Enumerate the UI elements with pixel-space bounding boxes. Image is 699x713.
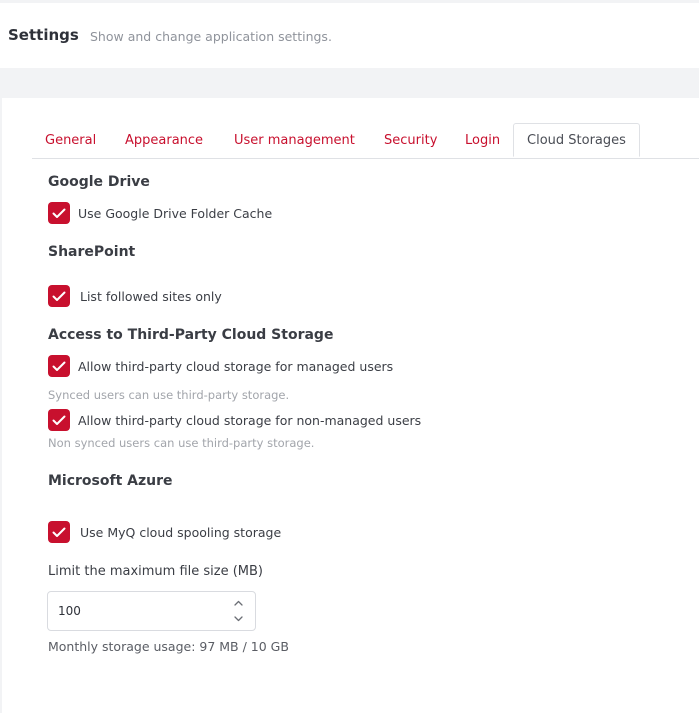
third-party-non-managed-checkbox[interactable]	[48, 409, 70, 431]
sharepoint-followed-option: List followed sites only	[48, 285, 222, 307]
max-file-size-label: Limit the maximum file size (MB)	[48, 564, 264, 579]
settings-panel: General Appearance User management Secur…	[2, 98, 699, 713]
chevron-up-icon	[233, 600, 243, 606]
checkmark-icon	[52, 415, 66, 425]
third-party-non-managed-option: Allow third-party cloud storage for non-…	[48, 409, 421, 431]
tab-security[interactable]: Security	[384, 133, 437, 148]
checkmark-icon	[52, 361, 66, 371]
azure-heading: Microsoft Azure	[48, 473, 173, 489]
checkmark-icon	[52, 208, 66, 218]
settings-tabs: General Appearance User management Secur…	[32, 123, 699, 159]
third-party-managed-checkbox[interactable]	[48, 355, 70, 377]
checkmark-icon	[52, 291, 66, 301]
storage-usage-text: Monthly storage usage: 97 MB / 10 GB	[48, 639, 289, 654]
third-party-non-managed-hint: Non synced users can use third-party sto…	[48, 436, 315, 450]
third-party-heading: Access to Third-Party Cloud Storage	[48, 327, 334, 343]
third-party-managed-option: Allow third-party cloud storage for mana…	[48, 355, 393, 377]
decrement-button[interactable]	[231, 613, 245, 625]
third-party-managed-label: Allow third-party cloud storage for mana…	[78, 358, 394, 374]
page-header: Settings Show and change application set…	[0, 0, 699, 68]
max-file-size-field	[47, 591, 256, 631]
increment-button[interactable]	[231, 597, 245, 609]
tab-cloud-storages[interactable]: Cloud Storages	[513, 123, 640, 157]
azure-spooling-label: Use MyQ cloud spooling storage	[80, 524, 282, 540]
checkmark-icon	[52, 527, 66, 537]
google-drive-cache-label: Use Google Drive Folder Cache	[78, 205, 273, 221]
third-party-managed-hint: Synced users can use third-party storage…	[48, 388, 290, 402]
google-drive-cache-checkbox[interactable]	[48, 202, 70, 224]
google-drive-heading: Google Drive	[48, 174, 150, 190]
tab-general[interactable]: General	[45, 133, 96, 148]
google-drive-cache-option: Use Google Drive Folder Cache	[48, 202, 272, 224]
sharepoint-heading: SharePoint	[48, 244, 136, 260]
chevron-down-icon	[233, 616, 243, 622]
azure-spooling-option: Use MyQ cloud spooling storage	[48, 521, 281, 543]
sharepoint-followed-label: List followed sites only	[80, 288, 222, 304]
page-subtitle: Show and change application settings.	[90, 29, 332, 44]
sharepoint-followed-checkbox[interactable]	[48, 285, 70, 307]
tab-user-management[interactable]: User management	[234, 133, 355, 148]
max-file-size-input[interactable]	[58, 601, 208, 621]
page-title: Settings	[8, 26, 79, 44]
tab-appearance[interactable]: Appearance	[125, 133, 203, 148]
third-party-non-managed-label: Allow third-party cloud storage for non-…	[78, 412, 422, 428]
tab-login[interactable]: Login	[465, 133, 500, 148]
azure-spooling-checkbox[interactable]	[48, 521, 70, 543]
